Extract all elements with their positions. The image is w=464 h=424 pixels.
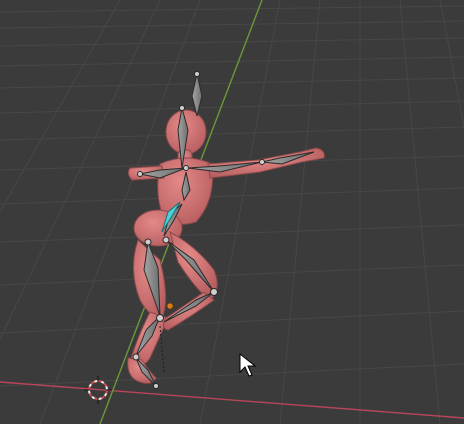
bone-head-top	[191, 73, 203, 117]
x-axis-line	[0, 381, 464, 419]
viewport-canvas[interactable]	[0, 0, 464, 424]
mouse-pointer-icon	[239, 352, 257, 377]
character-mesh[interactable]	[127, 109, 325, 384]
3d-viewport[interactable]	[0, 0, 464, 424]
floor-grid	[0, 0, 464, 424]
active-joint	[166, 302, 174, 310]
